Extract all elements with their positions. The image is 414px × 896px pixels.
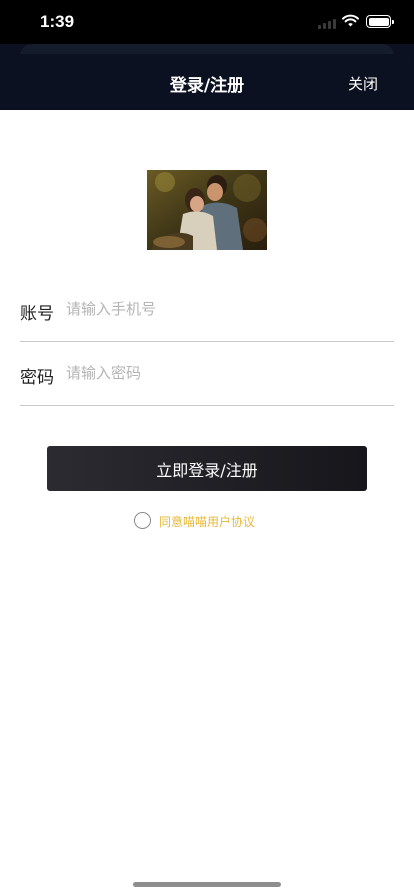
password-label: 密码 xyxy=(20,368,54,388)
home-indicator xyxy=(133,882,281,887)
password-field-row: 密码 xyxy=(20,340,394,406)
login-screen: 1:39 登录/注册 关闭 账号 请输入手机号 密码 立即登录/注册 同意喵喵用… xyxy=(0,0,414,896)
wifi-icon xyxy=(342,14,359,27)
movie-poster-image xyxy=(147,170,267,250)
password-input[interactable] xyxy=(66,358,386,388)
account-label: 账号 xyxy=(20,304,54,324)
phone-input[interactable] xyxy=(66,294,386,324)
agree-radio-icon[interactable] xyxy=(134,512,151,529)
battery-icon xyxy=(366,15,394,28)
close-button[interactable]: 关闭 xyxy=(348,73,378,94)
agreement-link[interactable]: 同意喵喵用户协议 xyxy=(159,513,255,530)
status-time: 1:39 xyxy=(40,12,75,31)
login-register-button[interactable]: 立即登录/注册 xyxy=(47,446,367,491)
signal-icon xyxy=(318,18,336,29)
status-bar: 1:39 xyxy=(0,0,414,44)
nav-bar: 登录/注册 关闭 xyxy=(0,54,414,110)
account-field-row: 账号 xyxy=(20,276,394,342)
content: 账号 密码 立即登录/注册 同意喵喵用户协议 xyxy=(0,110,414,896)
poster-graphic xyxy=(147,170,267,250)
